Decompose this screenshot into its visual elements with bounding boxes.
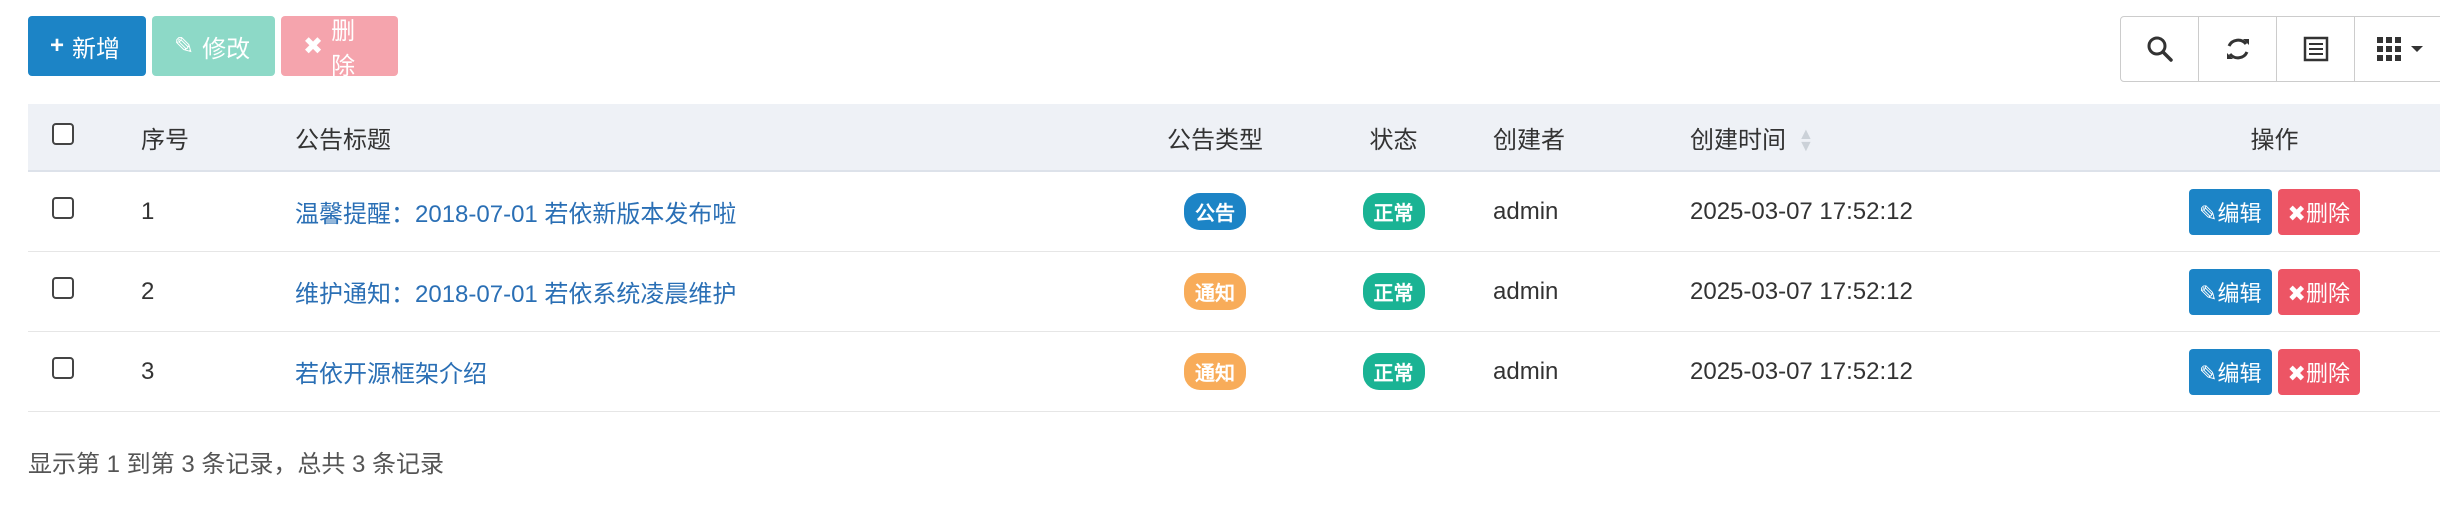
status-badge: 正常 xyxy=(1362,273,1425,310)
edit-icon: ✎ xyxy=(2199,280,2218,306)
row-ops-cell: ✎编辑 ✖删除 xyxy=(2101,331,2440,412)
refresh-icon xyxy=(2226,38,2249,60)
table-row: 2 维护通知：2018-07-01 若依系统凌晨维护 通知 正常 admin 2… xyxy=(28,251,2440,332)
toggle-view-button[interactable] xyxy=(2277,17,2355,81)
row-edit-button[interactable]: ✎编辑 xyxy=(2189,268,2272,315)
row-title-cell: 维护通知：2018-07-01 若依系统凌晨维护 xyxy=(275,251,1116,332)
row-type-cell: 通知 xyxy=(1116,331,1314,412)
delete-button[interactable]: ✖ 删除 xyxy=(281,16,398,80)
row-delete-label: 删除 xyxy=(2305,200,2350,226)
table-row: 1 温馨提醒：2018-07-01 若依新版本发布啦 公告 正常 admin 2… xyxy=(28,171,2440,252)
row-no: 3 xyxy=(126,331,275,412)
row-type-cell: 公告 xyxy=(1116,171,1314,252)
table-header-row: 序号 公告标题 公告类型 状态 创建者 创建时间 ▲ ▼ 操作 xyxy=(28,104,2440,172)
type-badge: 通知 xyxy=(1184,273,1246,310)
row-select-cell xyxy=(28,251,126,332)
row-creator: admin xyxy=(1473,331,1670,412)
row-time: 2025-03-07 17:52:12 xyxy=(1670,251,2101,332)
row-title-cell: 温馨提醒：2018-07-01 若依新版本发布啦 xyxy=(275,171,1116,252)
row-time: 2025-03-07 17:52:12 xyxy=(1670,171,2101,252)
status-badge: 正常 xyxy=(1362,193,1425,230)
row-delete-button[interactable]: ✖删除 xyxy=(2277,188,2360,235)
row-select-cell xyxy=(28,331,126,412)
row-status-cell: 正常 xyxy=(1314,331,1473,412)
type-badge: 通知 xyxy=(1184,353,1246,390)
edit-button-label: 修改 xyxy=(202,35,251,63)
row-creator: admin xyxy=(1473,251,1670,332)
edit-icon: ✎ xyxy=(174,32,195,60)
edit-icon: ✎ xyxy=(2199,360,2218,386)
header-select-all xyxy=(28,104,126,172)
add-button[interactable]: + 新增 xyxy=(28,16,146,76)
row-delete-button[interactable]: ✖删除 xyxy=(2277,268,2360,315)
row-no: 2 xyxy=(126,251,275,332)
search-icon xyxy=(2147,36,2173,62)
table-tools xyxy=(2120,16,2440,82)
row-delete-button[interactable]: ✖删除 xyxy=(2277,348,2360,395)
notice-title-link[interactable]: 若依开源框架介绍 xyxy=(295,361,487,388)
row-edit-button[interactable]: ✎编辑 xyxy=(2189,348,2272,395)
close-icon: ✖ xyxy=(303,32,324,60)
row-status-cell: 正常 xyxy=(1314,171,1473,252)
notice-title-link[interactable]: 维护通知：2018-07-01 若依系统凌晨维护 xyxy=(295,281,736,308)
row-delete-label: 删除 xyxy=(2305,280,2350,306)
row-edit-label: 编辑 xyxy=(2217,360,2262,386)
row-checkbox[interactable] xyxy=(52,197,74,219)
row-time: 2025-03-07 17:52:12 xyxy=(1670,331,2101,412)
header-time-label: 创建时间 xyxy=(1690,126,1786,154)
header-type: 公告类型 xyxy=(1116,104,1314,172)
columns-dropdown-button[interactable] xyxy=(2355,17,2440,81)
search-toggle-button[interactable] xyxy=(2121,17,2199,81)
row-edit-button[interactable]: ✎编辑 xyxy=(2189,188,2272,235)
row-type-cell: 通知 xyxy=(1116,251,1314,332)
list-view-icon xyxy=(2303,36,2328,62)
refresh-button[interactable] xyxy=(2199,17,2277,81)
status-badge: 正常 xyxy=(1362,353,1425,390)
caret-down-icon xyxy=(2411,46,2423,52)
close-icon: ✖ xyxy=(2287,280,2306,306)
add-button-label: 新增 xyxy=(72,35,121,63)
pagination-info: 显示第 1 到第 3 条记录，总共 3 条记录 xyxy=(28,451,445,478)
table-row: 3 若依开源框架介绍 通知 正常 admin 2025-03-07 17:52:… xyxy=(28,331,2440,412)
delete-button-label: 删除 xyxy=(331,18,356,80)
row-delete-label: 删除 xyxy=(2305,360,2350,386)
row-edit-label: 编辑 xyxy=(2217,280,2262,306)
header-creator: 创建者 xyxy=(1473,104,1670,172)
notice-table: 序号 公告标题 公告类型 状态 创建者 创建时间 ▲ ▼ 操作 1 温馨提醒：201… xyxy=(28,104,2440,412)
type-badge: 公告 xyxy=(1184,193,1246,230)
notice-title-link[interactable]: 温馨提醒：2018-07-01 若依新版本发布啦 xyxy=(295,201,736,228)
row-checkbox[interactable] xyxy=(52,357,74,379)
row-edit-label: 编辑 xyxy=(2217,200,2262,226)
row-no: 1 xyxy=(126,171,275,252)
edit-button[interactable]: ✎ 修改 xyxy=(152,16,275,76)
edit-icon: ✎ xyxy=(2199,200,2218,226)
row-creator: admin xyxy=(1473,171,1670,252)
header-time[interactable]: 创建时间 ▲ ▼ xyxy=(1670,104,2101,172)
plus-icon: + xyxy=(50,32,65,59)
close-icon: ✖ xyxy=(2287,360,2306,386)
sort-icon: ▲ ▼ xyxy=(1798,126,1814,156)
header-title: 公告标题 xyxy=(275,104,1116,172)
select-all-checkbox[interactable] xyxy=(52,122,74,145)
close-icon: ✖ xyxy=(2287,200,2306,226)
row-select-cell xyxy=(28,171,126,252)
header-no: 序号 xyxy=(126,104,275,172)
row-checkbox[interactable] xyxy=(52,277,74,299)
toolbar: + 新增 ✎ 修改 ✖ 删除 xyxy=(28,16,398,80)
row-status-cell: 正常 xyxy=(1314,251,1473,332)
header-status: 状态 xyxy=(1314,104,1473,172)
row-title-cell: 若依开源框架介绍 xyxy=(275,331,1116,412)
row-ops-cell: ✎编辑 ✖删除 xyxy=(2101,251,2440,332)
grid-icon xyxy=(2377,37,2401,61)
header-ops: 操作 xyxy=(2101,104,2440,172)
row-ops-cell: ✎编辑 ✖删除 xyxy=(2101,171,2440,252)
